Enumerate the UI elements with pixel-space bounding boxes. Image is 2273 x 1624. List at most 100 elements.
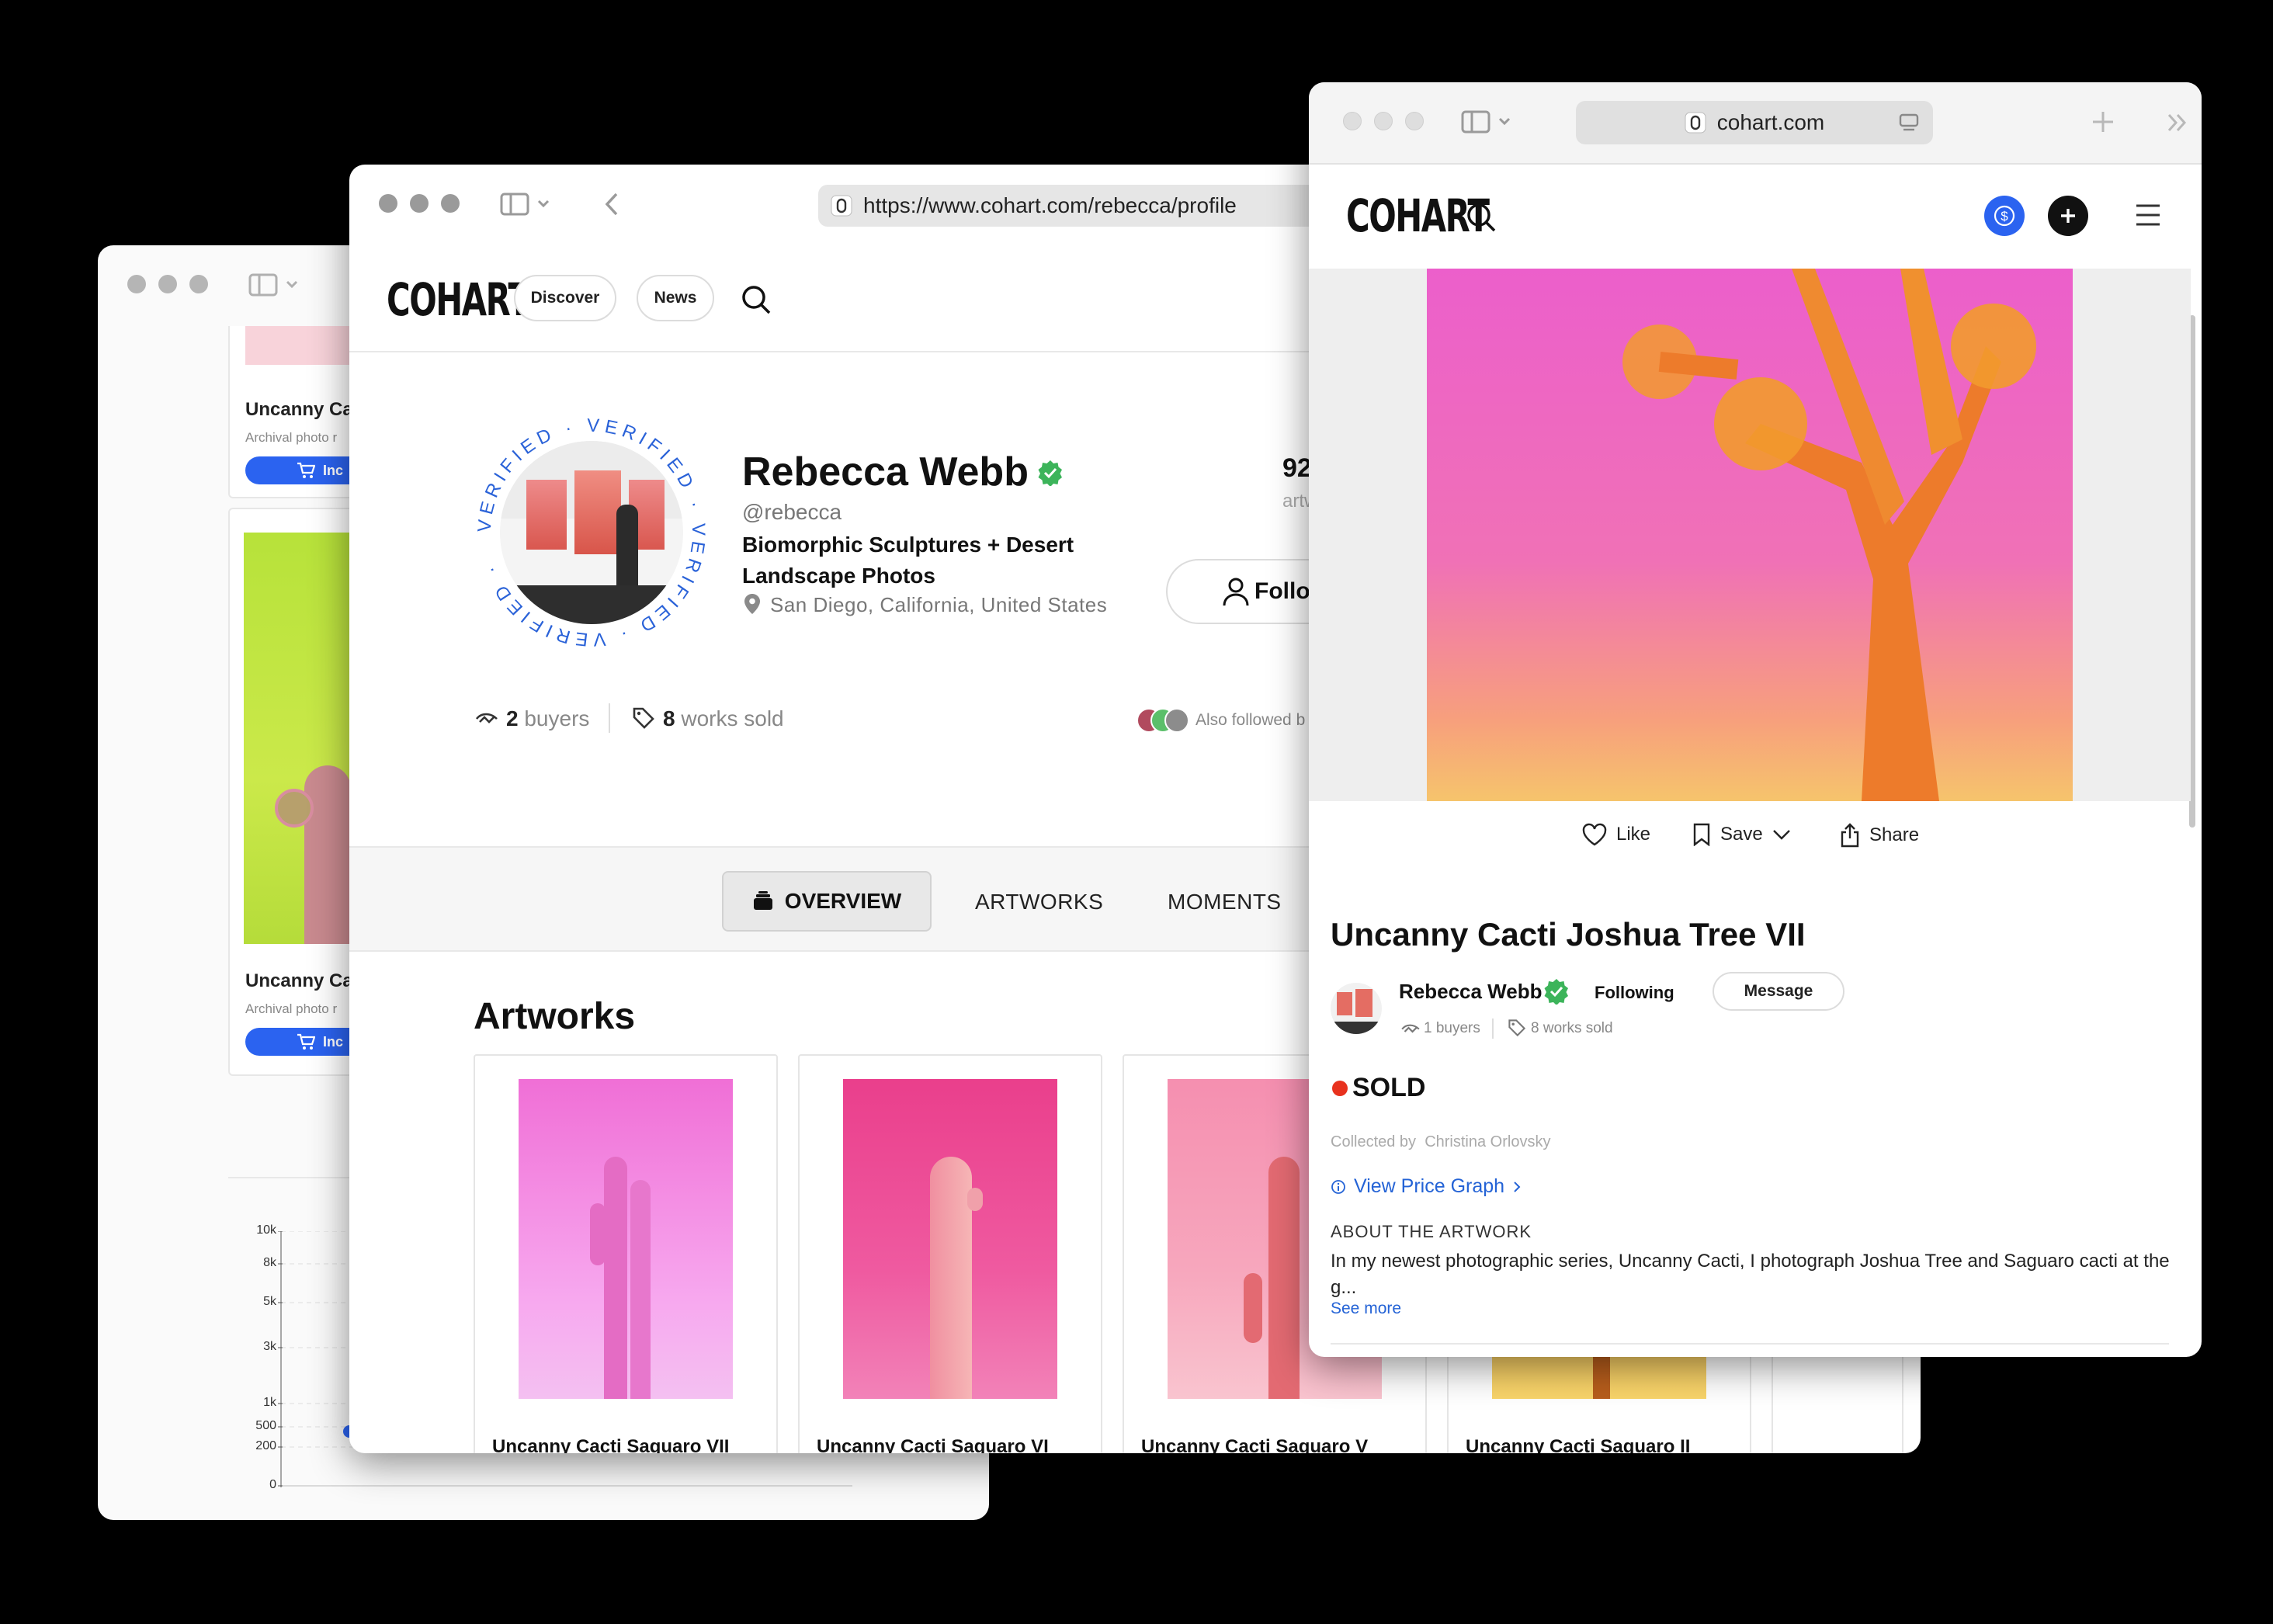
search-icon[interactable]	[1466, 202, 1497, 233]
window-controls[interactable]	[1343, 112, 1424, 130]
avatar[interactable]	[500, 441, 683, 624]
inquire-label: Inc	[323, 1033, 344, 1050]
save-label: Save	[1720, 824, 1763, 845]
y-tick-label: 10k	[256, 1223, 276, 1237]
works-sold-stat: 8 works sold	[663, 706, 784, 731]
bottom-divider	[1331, 1343, 2169, 1345]
reader-icon[interactable]	[1899, 113, 1919, 132]
verified-check-icon	[1544, 979, 1568, 1005]
buyers-count: 2	[506, 706, 519, 730]
chevron-down-icon[interactable]	[1772, 828, 1791, 841]
follower-avatars[interactable]	[1136, 708, 1191, 733]
sold-status: SOLD	[1352, 1073, 1426, 1102]
tab-overview[interactable]: OVERVIEW	[722, 871, 932, 932]
collected-label: Collected by	[1331, 1133, 1417, 1150]
sidebar-toggle-icon[interactable]	[500, 193, 554, 216]
artwork-image	[843, 1079, 1057, 1399]
window-controls[interactable]	[379, 194, 460, 213]
y-tick-label: 5k	[263, 1295, 276, 1308]
about-heading: ABOUT THE ARTWORK	[1331, 1222, 1532, 1241]
like-button[interactable]: Like	[1582, 823, 1650, 846]
see-more-link[interactable]: See more	[1331, 1300, 1401, 1318]
more-tabs-icon[interactable]	[2166, 113, 2189, 132]
artwork-title: Uncanny Cacti Saguaro II	[1466, 1436, 1691, 1453]
dollar-icon: $	[1994, 205, 2015, 227]
artwork-browser-window: cohart.com COHART $ Like Save Share Unca…	[1309, 82, 2202, 1357]
news-button[interactable]: News	[637, 275, 714, 321]
artworks-count: 92	[1282, 453, 1312, 483]
cart-icon	[297, 1033, 315, 1050]
stack-icon	[753, 891, 772, 910]
artwork-hero-image[interactable]	[1427, 269, 2073, 801]
bookmark-icon	[1693, 823, 1710, 846]
buyers-label: buyers	[524, 706, 590, 730]
avatar-verified-badge: VERIFIED · VERIFIED · VERIFIED · VERIFIE…	[474, 415, 708, 651]
plus-icon	[2061, 209, 2075, 223]
sidebar-toggle-icon[interactable]	[1461, 110, 1515, 134]
share-button[interactable]: Share	[1840, 823, 1919, 848]
svg-text:$: $	[2001, 209, 2008, 224]
artist-name[interactable]: Rebecca Webb	[1399, 980, 1542, 1004]
tab-overview-label: OVERVIEW	[784, 889, 902, 913]
artwork-subtitle: Archival photo r	[245, 1001, 338, 1016]
save-button[interactable]: Save	[1692, 823, 1791, 846]
artwork-title: Uncanny Cacti Saguaro VII	[492, 1436, 730, 1453]
y-tick-label: 200	[255, 1439, 276, 1452]
y-tick-label: 3k	[263, 1340, 276, 1353]
hamburger-menu-icon[interactable]	[2135, 203, 2161, 227]
tag-icon	[1508, 1019, 1526, 1037]
collected-by: Collected by Christina Orlovsky	[1331, 1133, 1550, 1151]
chevron-right-icon	[1514, 1181, 1521, 1192]
artwork-title: Uncanny Cacti Saguaro VI	[817, 1436, 1049, 1453]
inquire-label: Inc	[323, 462, 344, 478]
artwork-card[interactable]: Uncanny Cacti Saguaro VI	[798, 1054, 1102, 1453]
profile-bio-line1: Biomorphic Sculptures + Desert	[742, 533, 1074, 557]
artwork-card[interactable]: Uncanny Cacti Saguaro VII	[474, 1054, 778, 1453]
artwork-image	[519, 1079, 733, 1399]
address-url: cohart.com	[1716, 110, 1825, 134]
y-tick-label: 8k	[263, 1256, 276, 1269]
buyers-stat: 2 buyers	[506, 706, 589, 731]
new-tab-icon[interactable]	[2091, 110, 2115, 134]
about-text: In my newest photographic series, Uncann…	[1331, 1251, 2170, 1298]
message-button[interactable]: Message	[1713, 972, 1844, 1011]
joshua-tree-illustration	[1622, 269, 2036, 801]
search-icon[interactable]	[741, 284, 772, 315]
like-label: Like	[1616, 824, 1651, 845]
works-sold-count: 8	[663, 706, 675, 730]
info-icon	[1331, 1179, 1345, 1194]
tab-moments[interactable]: MOMENTS	[1168, 890, 1282, 914]
share-icon	[1841, 823, 1859, 848]
artworks-section-title: Artworks	[474, 996, 636, 1037]
currency-button[interactable]: $	[1984, 196, 2025, 236]
artwork-title: Uncanny Cacti Saguaro V	[1141, 1436, 1369, 1453]
view-price-graph-label: View Price Graph	[1354, 1175, 1505, 1197]
sold-dot	[1332, 1081, 1348, 1096]
tag-icon	[633, 707, 654, 729]
follow-user-icon	[1223, 578, 1249, 606]
buyers-icon	[1401, 1024, 1420, 1033]
artist-avatar[interactable]	[1331, 983, 1382, 1034]
artwork-title: Uncanny Ca	[245, 399, 353, 420]
works-sold-label: works sold	[681, 706, 784, 730]
view-price-graph-link[interactable]: View Price Graph	[1331, 1175, 1522, 1198]
y-tick-label: 500	[255, 1419, 276, 1432]
cart-icon	[297, 462, 315, 478]
also-followed-text: Also followed b	[1195, 711, 1306, 729]
collector-name[interactable]: Christina Orlovsky	[1425, 1133, 1550, 1150]
following-button[interactable]: Following	[1595, 983, 1674, 1003]
tab-artworks[interactable]: ARTWORKS	[975, 890, 1103, 914]
back-arrow-icon[interactable]	[602, 191, 621, 217]
discover-button[interactable]: Discover	[514, 275, 616, 321]
share-label: Share	[1869, 824, 1920, 845]
create-button[interactable]	[2048, 196, 2088, 236]
profile-location: San Diego, California, United States	[770, 593, 1108, 616]
profile-bio-line2: Landscape Photos	[742, 564, 935, 588]
cohart-logo[interactable]: COHART	[387, 273, 530, 326]
sidebar-toggle-icon[interactable]	[248, 273, 303, 297]
site-favicon-icon	[831, 195, 852, 217]
address-bar[interactable]: cohart.com	[1576, 101, 1933, 144]
y-tick-label: 1k	[263, 1396, 276, 1409]
window-controls[interactable]	[127, 275, 208, 293]
artwork-title: Uncanny Cacti Joshua Tree VII	[1331, 916, 1806, 953]
